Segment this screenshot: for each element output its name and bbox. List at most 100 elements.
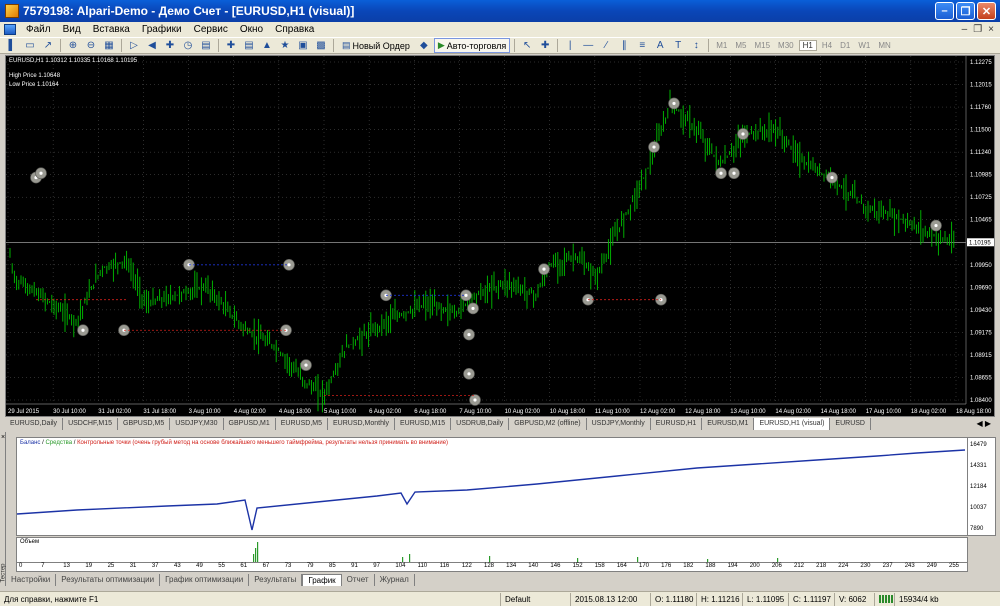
- mdi-close-icon[interactable]: ×: [988, 24, 994, 35]
- line-chart-icon[interactable]: ↗: [40, 39, 56, 53]
- navigator-icon[interactable]: ▣: [295, 39, 311, 53]
- menu-insert[interactable]: Вставка: [87, 24, 136, 35]
- trade-marker-dot: [464, 293, 468, 297]
- status-open: O: 1.11180: [650, 592, 696, 606]
- indicators-icon[interactable]: ✚: [162, 39, 178, 53]
- price-chart[interactable]: 1.12275 1.12015 1.11760 1.11500 1.11240 1.109…: [5, 55, 995, 417]
- menu-help[interactable]: Справка: [269, 24, 320, 35]
- timeframe-m30[interactable]: M30: [775, 41, 797, 50]
- trade-marker-dot: [830, 175, 834, 180]
- menu-charts[interactable]: Графики: [136, 24, 188, 35]
- timeframe-d1[interactable]: D1: [837, 41, 853, 50]
- tab-results[interactable]: Результаты: [249, 573, 303, 586]
- zoom-in-icon[interactable]: ⊕: [65, 39, 81, 53]
- timeframe-w1[interactable]: W1: [855, 41, 873, 50]
- chart-tab[interactable]: USDRUB,Daily: [451, 417, 510, 430]
- meta-editor-icon[interactable]: ◆: [416, 39, 432, 53]
- trade-x-tick: 200: [749, 563, 760, 569]
- volume-bar: [577, 558, 579, 562]
- minimize-button[interactable]: –: [935, 2, 954, 20]
- price-tick-label: 1.08915: [970, 353, 992, 359]
- price-tick-label: 1.11760: [970, 105, 992, 111]
- chart-tab[interactable]: EURUSD,Monthly: [328, 417, 396, 430]
- balance-y-tick: 16479: [970, 442, 987, 448]
- menu-tools[interactable]: Сервис: [188, 24, 234, 35]
- vertical-line-icon[interactable]: |: [562, 39, 578, 53]
- chart-tab[interactable]: USDCHF,M15: [63, 417, 119, 430]
- new-order-icon: ▤: [342, 40, 351, 50]
- maximize-button[interactable]: ❐: [956, 2, 975, 20]
- chart-tab[interactable]: GBPUSD,M5: [118, 417, 171, 430]
- crosshair-icon[interactable]: ✚: [537, 39, 553, 53]
- chart-tab[interactable]: EURUSD: [830, 417, 871, 430]
- menu-file[interactable]: Файл: [20, 24, 57, 35]
- cursor-icon[interactable]: ↖: [519, 39, 535, 53]
- tab-optimization-results[interactable]: Результаты оптимизации: [56, 573, 161, 586]
- new-chart-icon[interactable]: ✚: [223, 39, 239, 53]
- tile-windows-icon[interactable]: ▦: [101, 39, 117, 53]
- chart-tab-active[interactable]: EURUSD,H1 (visual): [754, 417, 831, 430]
- volume-bar: [707, 559, 709, 562]
- market-watch-icon[interactable]: ▲: [259, 39, 275, 53]
- timeframe-h1[interactable]: H1: [798, 40, 817, 51]
- periods-icon[interactable]: ◷: [180, 39, 196, 53]
- close-button[interactable]: ✕: [977, 2, 996, 20]
- chart-tab[interactable]: EURUSD,M1: [702, 417, 755, 430]
- chart-window-icon[interactable]: [4, 24, 16, 35]
- chart-tab[interactable]: USDJPY,Monthly: [587, 417, 651, 430]
- chart-tab[interactable]: EURUSD,Daily: [5, 417, 64, 430]
- menu-view[interactable]: Вид: [57, 24, 87, 35]
- timeframe-mn[interactable]: MN: [875, 41, 893, 50]
- tester-close-icon[interactable]: ×: [1, 434, 5, 441]
- tab-optimization-graph[interactable]: График оптимизации: [160, 573, 250, 586]
- mdi-minimize-icon[interactable]: –: [962, 24, 968, 35]
- time-tick-label: 6 Aug 02:00: [369, 409, 402, 415]
- tab-journal[interactable]: Журнал: [375, 573, 415, 586]
- time-tick-label: 11 Aug 10:00: [595, 409, 631, 415]
- channel-icon[interactable]: ∥: [616, 39, 632, 53]
- volume-bar: [402, 557, 404, 562]
- trend-line-icon[interactable]: ∕: [598, 39, 614, 53]
- trade-x-tick: 164: [616, 563, 627, 569]
- chart-tab[interactable]: USDJPY,M30: [170, 417, 224, 430]
- timeframe-m1[interactable]: M1: [713, 41, 730, 50]
- zoom-out-icon[interactable]: ⊖: [83, 39, 99, 53]
- time-tick-label: 13 Aug 10:00: [730, 409, 766, 415]
- tab-scroll-arrows-icon[interactable]: ◀ ▶: [972, 419, 995, 428]
- mdi-restore-icon[interactable]: ❐: [973, 24, 982, 35]
- text-icon[interactable]: A: [652, 39, 668, 53]
- terminal-icon[interactable]: ▩: [313, 39, 329, 53]
- chart-tab[interactable]: EURUSD,M5: [276, 417, 328, 430]
- title-bar[interactable]: 7579198: Alpari-Demo - Демо Счет - [EURU…: [0, 0, 1000, 22]
- timeframe-m5[interactable]: M5: [732, 41, 749, 50]
- profiles-icon[interactable]: ▤: [241, 39, 257, 53]
- auto-scroll-icon[interactable]: ▷: [126, 39, 142, 53]
- timeframe-h4[interactable]: H4: [819, 41, 835, 50]
- trade-x-tick: 176: [661, 563, 672, 569]
- toolbar-divider: [514, 39, 516, 52]
- candle-chart-icon[interactable]: ▭: [22, 39, 38, 53]
- tab-report[interactable]: Отчет: [342, 573, 375, 586]
- price-chart-canvas[interactable]: 1.12275 1.12015 1.11760 1.11500 1.11240 1.109…: [6, 56, 994, 416]
- menu-window[interactable]: Окно: [234, 24, 269, 35]
- new-order-button[interactable]: ▤ Новый Ордер: [338, 38, 414, 53]
- timeframe-m15[interactable]: M15: [751, 41, 773, 50]
- tab-graph[interactable]: График: [302, 573, 342, 586]
- chart-tab[interactable]: GBPUSD,M2 (offline): [509, 417, 587, 430]
- data-window-icon[interactable]: ★: [277, 39, 293, 53]
- time-tick-label: 18 Aug 18:00: [956, 409, 992, 415]
- autotrading-button[interactable]: ▶ Авто-торговля: [433, 38, 511, 53]
- chart-tab[interactable]: EURUSD,H1: [651, 417, 703, 430]
- tab-settings[interactable]: Настройки: [6, 573, 57, 586]
- status-high: H: 1.11216: [696, 592, 742, 606]
- chart-shift-icon[interactable]: ◀: [144, 39, 160, 53]
- templates-icon[interactable]: ▤: [198, 39, 214, 53]
- chart-tab[interactable]: EURUSD,M15: [395, 417, 452, 430]
- bar-chart-icon[interactable]: ▌: [4, 39, 20, 53]
- trade-marker-dot: [467, 372, 471, 376]
- text-label-icon[interactable]: T: [670, 39, 686, 53]
- horizontal-line-icon[interactable]: —: [580, 39, 596, 53]
- fibonacci-icon[interactable]: ≡: [634, 39, 650, 53]
- chart-tab[interactable]: GBPUSD,M1: [224, 417, 276, 430]
- arrows-icon[interactable]: ↕: [688, 39, 704, 53]
